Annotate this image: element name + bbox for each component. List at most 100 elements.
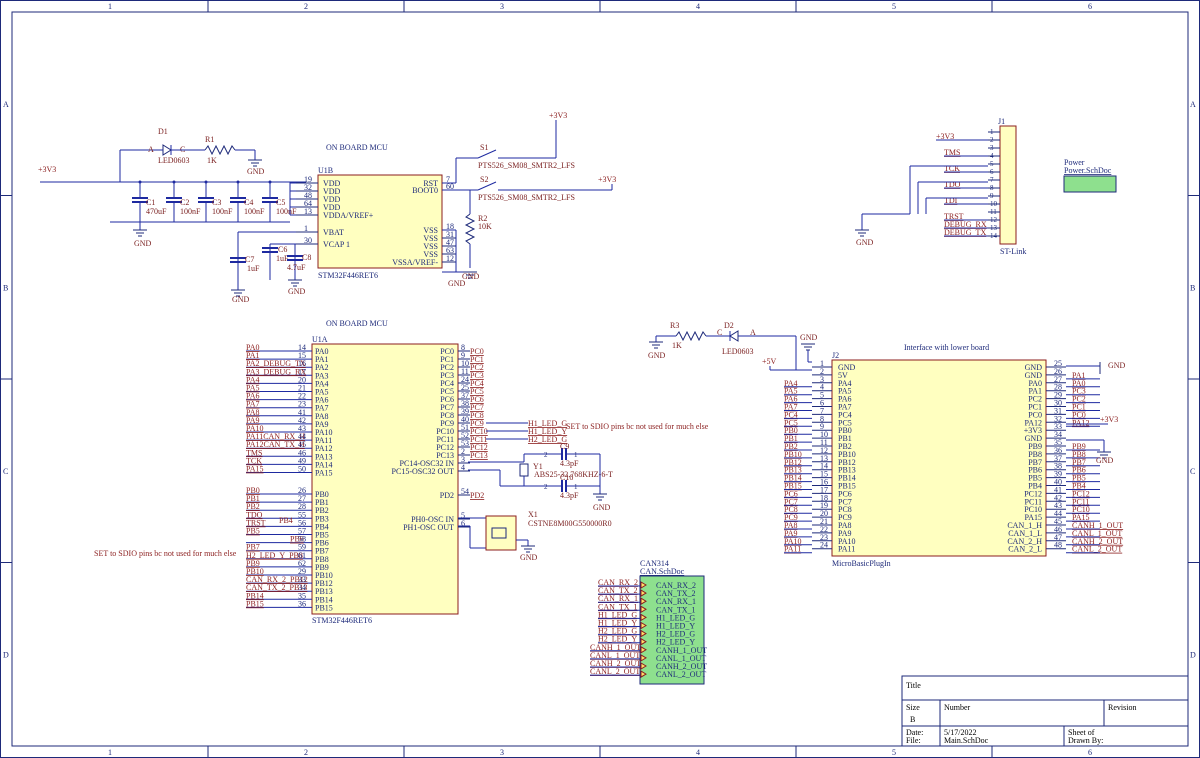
u1a-net-label: PD2 <box>470 491 484 500</box>
pin-number: 1 <box>990 128 994 136</box>
pin-number: 9 <box>990 192 994 200</box>
u1a-body <box>311 343 459 615</box>
gnd-label: GND <box>1108 361 1126 370</box>
pin-name: PD2 <box>440 491 454 500</box>
column-label-bottom: 5 <box>892 748 896 757</box>
gnd-label: GND <box>247 167 265 176</box>
u1a-net-label: PB15 <box>246 599 264 608</box>
pin-name: VDDA/VREF+ <box>323 211 374 220</box>
d2-anode: A <box>750 328 756 337</box>
mcu-b-section-title: ON BOARD MCU <box>326 143 388 152</box>
d2-part: LED0603 <box>722 347 754 356</box>
u1b-ref: U1B <box>318 166 333 175</box>
r3-ref: R3 <box>670 321 679 330</box>
u1b-part: STM32F446RET6 <box>318 271 378 280</box>
pin-number: 12 <box>446 254 454 263</box>
pin-number: 12 <box>990 216 998 224</box>
s2-ref: S2 <box>480 175 488 184</box>
schematic-sheet: 112233445566A AB BC CD D +3V3 D1 A C LED0603… <box>0 0 1200 758</box>
pin-number: 50 <box>298 465 306 474</box>
d1-ref: D1 <box>158 127 168 136</box>
pin-number: 4 <box>461 463 465 472</box>
svg-text:1: 1 <box>574 451 578 459</box>
pin-name: CAN_2_L <box>1008 545 1042 554</box>
pin-number: 13 <box>990 224 998 232</box>
capacitor-value: 100nF <box>180 207 201 216</box>
size-value: B <box>910 715 915 724</box>
capacitor-value: 470uF <box>146 207 167 216</box>
pin-name: VCAP 1 <box>323 240 350 249</box>
row-label-right: C <box>1190 467 1195 476</box>
can-port-name: CANL_2_OUT <box>656 670 706 679</box>
row-label-right: B <box>1190 283 1195 292</box>
capacitor-ref: C4 <box>244 198 253 207</box>
column-label-top: 1 <box>108 2 112 11</box>
d1-part: LED0603 <box>158 156 190 165</box>
column-label-top: 2 <box>304 2 308 11</box>
row-label-left: A <box>3 100 9 109</box>
pin-number: 36 <box>298 599 306 608</box>
pin-number: 13 <box>304 207 312 216</box>
title-label: Title <box>906 681 921 690</box>
c7-ref: C7 <box>245 255 254 264</box>
gnd-label: GND <box>856 238 874 247</box>
j2-ref: J2 <box>832 351 839 360</box>
column-label-top: 4 <box>696 2 700 11</box>
gnd-label: GND <box>232 295 250 304</box>
r2-value: 10K <box>478 222 492 231</box>
revision-label: Revision <box>1108 703 1136 712</box>
j1-name: ST-Link <box>1000 247 1026 256</box>
pin-number: 4 <box>990 152 994 160</box>
y1-part: ABS25-32.768KHZ-6-T <box>534 470 613 479</box>
size-label: Size <box>906 703 920 712</box>
column-label-bottom: 1 <box>108 748 112 757</box>
j1-ref: J1 <box>998 117 1005 126</box>
power-sheet-box[interactable] <box>1063 175 1117 193</box>
column-label-top: 5 <box>892 2 896 11</box>
capacitor-ref: C5 <box>276 198 285 207</box>
power-label-3v3: +3V3 <box>598 175 616 184</box>
pin-name: PC15-OSC32 OUT <box>392 467 455 476</box>
u1a-ref: U1A <box>312 335 328 344</box>
d2-ref: D2 <box>724 321 734 330</box>
pb4-tag: PB4 <box>279 516 293 525</box>
pin-number: 3 <box>990 144 994 152</box>
pin-number: 6 <box>461 519 465 528</box>
pin-name: PB15 <box>315 603 333 612</box>
number-label: Number <box>944 703 971 712</box>
u1a-net-label: PB5 <box>246 527 260 536</box>
s1-ref: S1 <box>480 143 488 152</box>
can-sheet-symbol[interactable]: CAN314 CAN.SchDoc CAN_RX_2 CAN_RX_2CAN_TX… <box>590 559 707 685</box>
pin-number: 14 <box>990 232 998 240</box>
pin-number: 6 <box>990 168 994 176</box>
capacitor-ref: C3 <box>212 198 221 207</box>
u1a-part: STM32F446RET6 <box>312 616 372 625</box>
gnd-label: GND <box>593 503 611 512</box>
pin-name: VSSA/VREF- <box>392 258 438 267</box>
c7-value: 1uF <box>247 264 260 273</box>
column-label-bottom: 3 <box>500 748 504 757</box>
power-label-3v3: +3V3 <box>38 165 56 174</box>
x1-ref: X1 <box>528 510 538 519</box>
row-label-right: A <box>1190 100 1196 109</box>
row-label-left: B <box>3 283 8 292</box>
power-sheet-file: Power.SchDoc <box>1064 166 1112 175</box>
sdio-note-left: SET to SDIO pins bc not used for much el… <box>94 549 237 558</box>
gnd-label: GND <box>520 553 538 562</box>
pin-number: 30 <box>304 236 312 245</box>
j2-title: Interface with lower board <box>904 343 989 352</box>
pin-number: 11 <box>990 208 997 216</box>
gnd-label: GND <box>134 239 152 248</box>
gnd-label: GND <box>648 351 666 360</box>
row-label-right: D <box>1190 650 1196 659</box>
power-label-3v3: +3V3 <box>1100 415 1118 424</box>
d2-cathode: C <box>717 328 722 337</box>
c10-value: 4.3pF <box>560 491 579 500</box>
column-label-bottom: 4 <box>696 748 700 757</box>
column-label-top: 6 <box>1088 2 1092 11</box>
can-sheet-file: CAN.SchDoc <box>640 567 685 576</box>
drawn-by-label: Drawn By: <box>1068 736 1103 745</box>
svg-text:1: 1 <box>574 483 578 491</box>
power-label-3v3: +3V3 <box>549 111 567 120</box>
pin-name: PA11 <box>838 545 855 554</box>
